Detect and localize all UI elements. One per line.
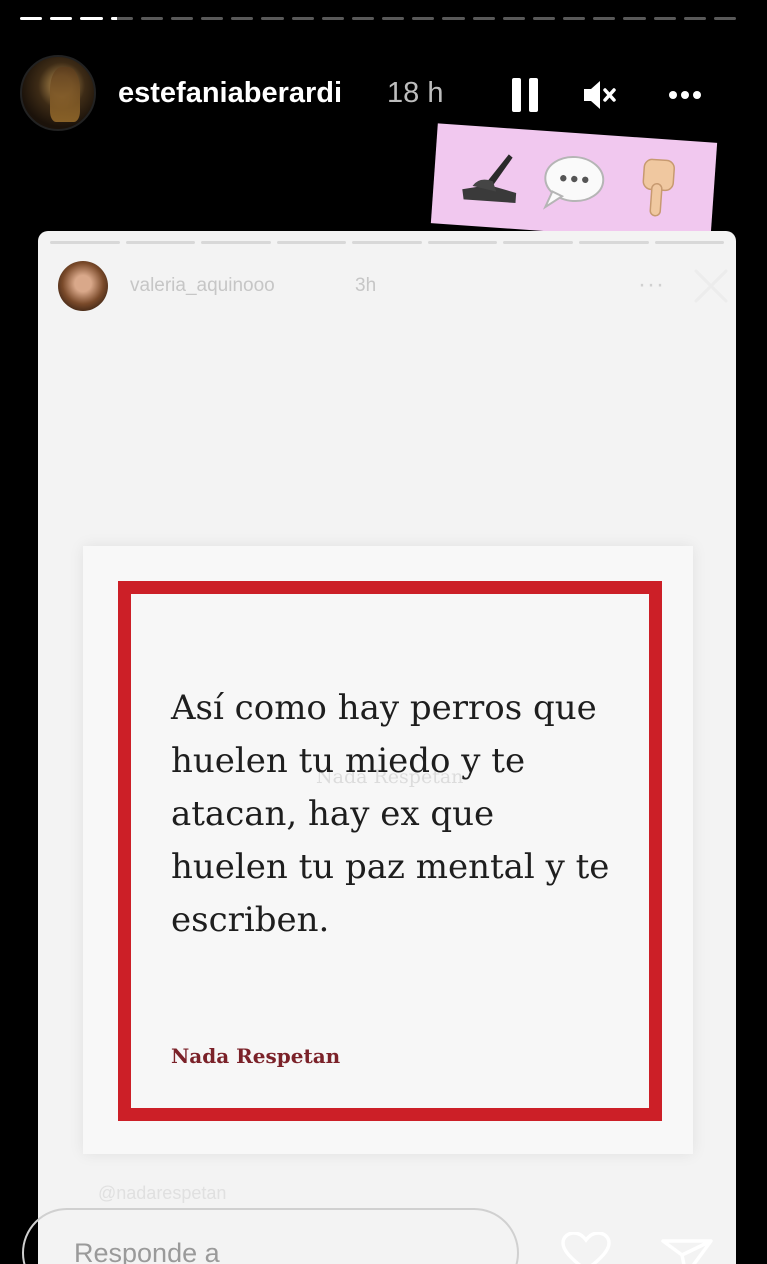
story-progress-bar — [20, 17, 737, 21]
reply-input[interactable]: Responde a — [22, 1208, 519, 1264]
progress-segment — [713, 17, 737, 20]
progress-segment — [653, 17, 676, 20]
progress-segment — [50, 17, 73, 20]
progress-segment — [351, 17, 375, 20]
close-icon[interactable] — [686, 261, 736, 311]
progress-segment — [578, 241, 649, 244]
progress-segment — [110, 17, 133, 20]
avatar[interactable] — [20, 55, 96, 131]
story-username[interactable]: estefaniaberardi — [118, 77, 342, 110]
avatar[interactable] — [58, 261, 108, 311]
more-dots-icon[interactable]: ··· — [638, 271, 665, 299]
more-dots-icon[interactable] — [665, 75, 705, 115]
progress-segment — [472, 17, 495, 20]
progress-segment — [593, 17, 616, 20]
quote-signature: Nada Respetan — [171, 1044, 341, 1068]
progress-segment — [201, 241, 271, 244]
progress-segment — [80, 17, 103, 20]
progress-segment — [231, 17, 254, 20]
progress-segment — [502, 17, 525, 20]
story-timestamp: 18 h — [387, 77, 444, 109]
shared-story-card[interactable]: valeria_aquinooo 3h ··· Nada Respetan As… — [38, 231, 736, 1264]
emoji-sticker[interactable] — [430, 123, 718, 243]
quote-text: Así como hay perros que huelen tu miedo … — [171, 688, 610, 940]
progress-segment — [654, 241, 725, 244]
speech-bubble-icon — [537, 146, 612, 221]
progress-segment — [261, 17, 284, 20]
quote-post: Nada Respetan Así como hay perros que hu… — [83, 546, 693, 1154]
progress-segment — [125, 241, 196, 244]
send-icon[interactable] — [660, 1238, 714, 1264]
source-handle: @nadarespetan — [98, 1183, 227, 1203]
heart-icon[interactable] — [560, 1231, 612, 1264]
story-header: estefaniaberardi 18 h — [20, 55, 740, 131]
progress-segment — [170, 17, 194, 20]
progress-segment — [352, 241, 422, 244]
progress-segment — [623, 17, 646, 20]
progress-segment — [382, 17, 405, 20]
shared-story-header: valeria_aquinooo 3h ··· — [58, 261, 728, 311]
progress-segment — [427, 241, 498, 244]
progress-segment — [442, 17, 465, 20]
pause-icon[interactable] — [505, 75, 545, 115]
shared-story-timestamp: 3h — [355, 275, 377, 296]
shared-story-progress-bar — [50, 241, 725, 244]
pointing-down-icon — [620, 152, 695, 227]
writing-hand-icon — [453, 140, 528, 215]
progress-segment — [412, 17, 435, 20]
quote-frame: Nada Respetan Así como hay perros que hu… — [118, 581, 662, 1121]
progress-segment — [140, 17, 163, 20]
progress-segment — [201, 17, 224, 20]
progress-segment — [321, 17, 344, 20]
progress-segment — [291, 17, 314, 20]
progress-segment — [563, 17, 586, 20]
progress-segment — [20, 17, 43, 20]
progress-segment — [683, 17, 706, 20]
progress-segment — [276, 241, 347, 244]
shared-story-username[interactable]: valeria_aquinooo — [130, 275, 275, 297]
progress-segment — [503, 241, 573, 244]
speaker-muted-icon[interactable] — [580, 75, 620, 115]
progress-segment — [50, 241, 120, 244]
progress-segment — [532, 17, 556, 20]
reply-placeholder: Responde a — [74, 1238, 220, 1264]
